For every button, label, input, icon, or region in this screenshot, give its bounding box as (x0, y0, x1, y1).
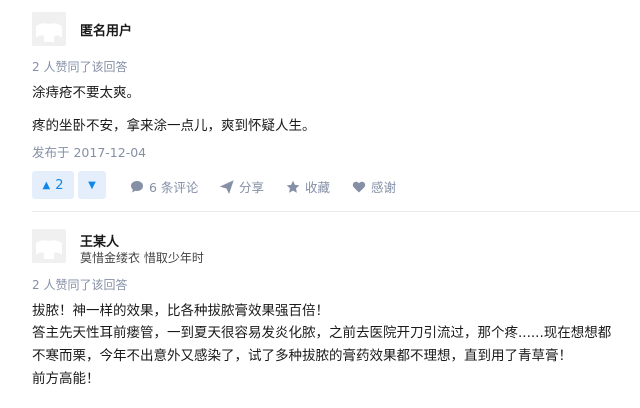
heart-icon (352, 181, 366, 192)
answer-card-1: 匿名用户 2 人赞同了该回答 涂痔疮不要太爽。 疼的坐卧不安，拿来涂一点儿，爽到… (32, 0, 640, 212)
content-line: 拔脓！神一样的效果，比各种拔脓膏效果强百倍！ (32, 303, 329, 319)
author-name[interactable]: 王某人 (80, 231, 119, 250)
avatar-placeholder-icon (32, 229, 66, 263)
downvote-button[interactable]: ▼ (78, 171, 106, 199)
upvote-count: 2 (55, 177, 64, 193)
downvote-arrow-icon: ▼ (88, 179, 96, 191)
avatar[interactable] (32, 12, 66, 46)
avatar-placeholder-icon (32, 12, 66, 46)
share-label: 分享 (239, 180, 265, 195)
avatar[interactable] (32, 229, 66, 263)
author-name[interactable]: 匿名用户 (80, 20, 132, 39)
thanks-button[interactable]: 感谢 (352, 177, 396, 196)
share-button[interactable]: 分享 (220, 177, 264, 196)
comments-label: 6 条评论 (149, 180, 199, 195)
content-line: 不寒而栗，今年不出意外又感染了，试了多种拔脓的膏药效果都不理想，直到用了青草膏！ (32, 348, 572, 364)
thanks-label: 感谢 (371, 180, 397, 195)
share-icon (220, 179, 234, 194)
content-line: 前方高能！ (32, 371, 100, 387)
comment-icon (131, 180, 143, 192)
comments-button[interactable]: 6 条评论 (130, 177, 198, 196)
content-line: 答主先天性耳前瘘管，一到夏天很容易发炎化脓，之前去医院开刀引流过，那个疼....… (32, 325, 612, 341)
upvote-arrow-icon: ▲ (42, 179, 51, 191)
publish-date[interactable]: 发布于 2017-12-04 (32, 142, 146, 161)
content-line: 涂痔疮不要太爽。 (32, 85, 140, 101)
answer-card-2: 王某人 莫惜金缕衣 惜取少年时 2 人赞同了该回答 拔脓！神一样的效果，比各种拔… (32, 212, 628, 408)
upvote-info: 2 人赞同了该回答 (32, 278, 128, 292)
star-icon (286, 180, 300, 193)
content-line: 疼的坐卧不安，拿来涂一点儿，爽到怀疑人生。 (32, 118, 316, 134)
upvote-button[interactable]: ▲ 2 (32, 171, 74, 199)
upvote-info: 2 人赞同了该回答 (32, 60, 128, 74)
favorite-label: 收藏 (305, 180, 331, 195)
author-headline: 莫惜金缕衣 惜取少年时 (80, 251, 204, 265)
favorite-button[interactable]: 收藏 (286, 177, 330, 196)
